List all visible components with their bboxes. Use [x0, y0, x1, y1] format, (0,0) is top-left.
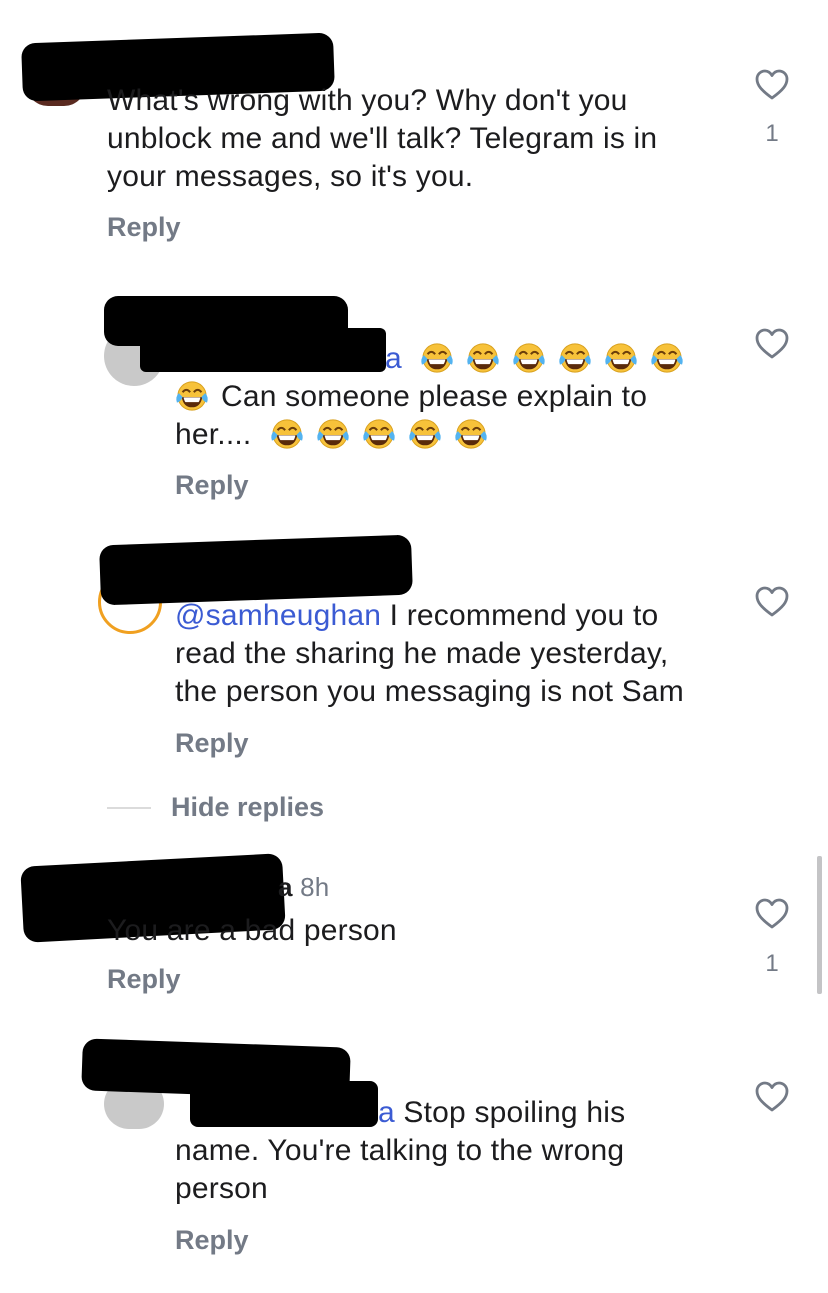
face-with-tears-of-joy-icon	[512, 342, 546, 374]
comment-text: What's wrong with you? Why don't you unb…	[107, 82, 727, 196]
comment-text: a Can someone please explain to her....	[175, 340, 735, 454]
comment-line: person	[175, 1172, 268, 1205]
comment-1: What's wrong with you? Why don't you unb…	[0, 0, 828, 260]
comment-text: a Stop spoiling his name. You're talking…	[175, 1094, 735, 1208]
face-with-tears-of-joy-icon	[362, 418, 396, 450]
reply-button[interactable]: Reply	[175, 1223, 249, 1257]
face-with-tears-of-joy-icon	[175, 380, 209, 412]
comment-line: a Stop spoiling his	[378, 1096, 626, 1129]
comment-line: @samheughan I recommend you to	[175, 599, 659, 632]
reply-button[interactable]: Reply	[175, 468, 249, 502]
comment-line: a	[175, 340, 735, 378]
heart-outline-icon[interactable]	[755, 586, 789, 618]
like-count: 1	[765, 950, 779, 977]
comment-text: @samheughan I recommend you to read the …	[175, 597, 755, 711]
face-with-tears-of-joy-icon	[316, 418, 350, 450]
comment-3: @samheughan I recommend you to read the …	[0, 530, 828, 770]
hide-replies-button[interactable]: Hide replies	[171, 790, 324, 824]
comment-line: your messages, so it's you.	[107, 160, 474, 193]
comment-line: Can someone please explain to	[175, 378, 735, 416]
heart-outline-icon[interactable]	[755, 898, 789, 930]
face-with-tears-of-joy-icon	[420, 342, 454, 374]
username-row: a 8h	[278, 871, 329, 903]
heart-outline-icon[interactable]	[755, 328, 789, 360]
face-with-tears-of-joy-icon	[454, 418, 488, 450]
emoji-group	[270, 418, 500, 451]
mention[interactable]: @samheughan	[175, 599, 381, 632]
heart-outline-icon[interactable]	[755, 1081, 789, 1113]
hide-replies-row[interactable]: Hide replies	[0, 790, 828, 830]
divider	[107, 807, 151, 809]
username-fragment[interactable]: a	[278, 872, 293, 902]
comment-line: name. You're talking to the wrong	[175, 1134, 625, 1167]
face-with-tears-of-joy-icon	[466, 342, 500, 374]
like-count: 1	[765, 120, 779, 147]
face-with-tears-of-joy-icon	[408, 418, 442, 450]
face-with-tears-of-joy-icon	[558, 342, 592, 374]
face-with-tears-of-joy-icon	[650, 342, 684, 374]
scrollbar[interactable]	[817, 856, 822, 994]
reply-button[interactable]: Reply	[107, 210, 181, 244]
comment-5: a Stop spoiling his name. You're talking…	[0, 1035, 828, 1275]
reply-button[interactable]: Reply	[107, 962, 181, 996]
mention[interactable]: a	[378, 1096, 395, 1129]
face-with-tears-of-joy-icon	[270, 418, 304, 450]
heart-outline-icon[interactable]	[755, 69, 789, 101]
comment-2: a Can someone please explain to her.... …	[0, 290, 828, 510]
mention[interactable]: a	[385, 342, 402, 375]
comment-line: her....	[175, 416, 735, 454]
comment-4: a 8h You are a bad person Reply 1	[0, 850, 828, 1010]
comment-line: unblock me and we'll talk? Telegram is i…	[107, 122, 658, 155]
timestamp: 8h	[300, 872, 330, 902]
comment-line: read the sharing he made yesterday,	[175, 637, 669, 670]
redaction-mark	[99, 534, 413, 606]
emoji-group	[420, 342, 684, 375]
face-with-tears-of-joy-icon	[604, 342, 638, 374]
comment-line: What's wrong with you? Why don't you	[107, 84, 628, 117]
comment-text: You are a bad person	[107, 914, 397, 947]
reply-button[interactable]: Reply	[175, 726, 249, 760]
comment-line: the person you messaging is not Sam	[175, 675, 684, 708]
